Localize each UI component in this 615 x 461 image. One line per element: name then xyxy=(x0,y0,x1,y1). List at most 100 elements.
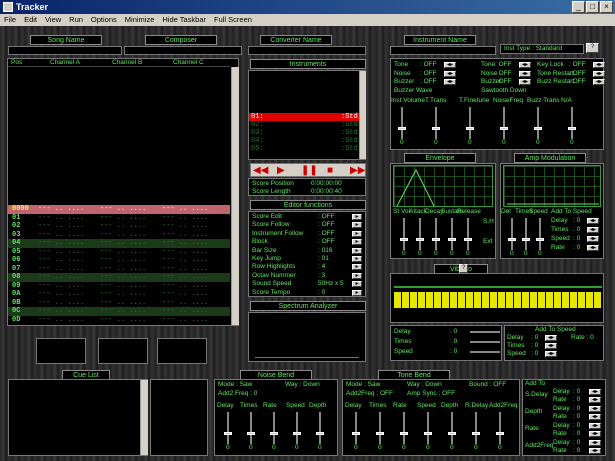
add-to-button[interactable]: ◂▸ xyxy=(589,440,601,446)
amp-modulation-graph[interactable] xyxy=(503,165,601,207)
inst-setting-button[interactable]: ◂▸ xyxy=(444,79,456,85)
slider-track[interactable] xyxy=(469,107,471,139)
slider-track[interactable] xyxy=(227,412,229,444)
slider-track[interactable] xyxy=(319,412,321,444)
slider-track[interactable] xyxy=(250,412,252,444)
add-to-button[interactable]: ◂▸ xyxy=(589,406,601,412)
envelope-graph[interactable] xyxy=(393,165,493,207)
rewind-button[interactable]: ◀◀ xyxy=(253,165,268,176)
editor-setting-button[interactable]: ▸ xyxy=(352,289,362,296)
pattern-cell[interactable]: --- .. .... xyxy=(100,316,146,325)
slider-knob[interactable] xyxy=(316,432,324,435)
slider-track[interactable] xyxy=(571,107,573,139)
pattern-row[interactable]: 03 --- .. .... --- .. .... --- .. .... xyxy=(8,231,230,240)
slider-track[interactable] xyxy=(296,412,298,444)
pattern-editor[interactable]: Pos Channel A Channel B Channel C 0000 --… xyxy=(7,58,239,326)
editor-setting-button[interactable]: ▸ xyxy=(352,239,362,246)
pattern-cell[interactable]: --- .. .... xyxy=(162,273,208,282)
pattern-cell[interactable]: --- .. .... xyxy=(162,239,208,248)
vibrato-add-button[interactable]: ◂▸ xyxy=(545,335,557,341)
pattern-cell[interactable]: --- .. .... xyxy=(38,248,84,257)
pattern-scrollbar[interactable] xyxy=(231,67,239,325)
pattern-cell[interactable]: --- .. .... xyxy=(38,299,84,308)
pattern-cell[interactable]: --- .. .... xyxy=(162,290,208,299)
maximize-button[interactable]: □ xyxy=(586,1,599,13)
slider-track[interactable] xyxy=(475,412,477,444)
tone-amp-sync[interactable]: Amp Sync : OFF xyxy=(407,390,455,398)
pattern-cell[interactable]: --- .. .... xyxy=(162,282,208,291)
slider-knob[interactable] xyxy=(448,432,456,435)
slider-track[interactable] xyxy=(451,412,453,444)
vibrato-setting-slider[interactable] xyxy=(470,341,500,343)
pattern-row[interactable]: 05 --- .. .... --- .. .... --- .. .... xyxy=(8,248,230,257)
pattern-cell[interactable]: --- .. .... xyxy=(162,222,208,231)
slider-knob[interactable] xyxy=(500,127,508,130)
pattern-cell[interactable]: --- .. .... xyxy=(162,316,208,325)
vibrato-button[interactable]: ? xyxy=(459,264,468,273)
instrument-item[interactable]: 05::Std xyxy=(249,145,359,153)
pattern-row[interactable]: 06 --- .. .... --- .. .... --- .. .... xyxy=(8,256,230,265)
pattern-cell[interactable]: --- .. .... xyxy=(38,265,84,274)
pattern-cell[interactable]: --- .. .... xyxy=(162,205,208,214)
add-to-button[interactable]: ◂▸ xyxy=(589,423,601,429)
slider-track[interactable] xyxy=(503,107,505,139)
pattern-row[interactable]: 0D --- .. .... --- .. .... --- .. .... xyxy=(8,316,230,325)
slider-knob[interactable] xyxy=(293,432,301,435)
slider-track[interactable] xyxy=(435,107,437,139)
menu-file[interactable]: File xyxy=(0,15,20,24)
slider-knob[interactable] xyxy=(536,238,544,241)
pattern-cell[interactable]: --- .. .... xyxy=(38,316,84,325)
inst-setting-button[interactable]: ◂▸ xyxy=(519,62,531,68)
forward-button[interactable]: ▶▶ xyxy=(350,165,365,176)
menu-minimize[interactable]: Minimize xyxy=(121,15,159,24)
slider-knob[interactable] xyxy=(352,432,360,435)
inst-setting-button[interactable]: ◂▸ xyxy=(444,62,456,68)
inst-setting-button[interactable]: ◂▸ xyxy=(593,79,605,85)
pattern-cell[interactable]: --- .. .... xyxy=(38,214,84,223)
pattern-cell[interactable]: --- .. .... xyxy=(100,256,146,265)
slider-knob[interactable] xyxy=(448,238,456,241)
amp-setting-button[interactable]: ◂▸ xyxy=(587,218,599,224)
amp-setting-button[interactable]: ◂▸ xyxy=(587,236,599,242)
slider-track[interactable] xyxy=(379,412,381,444)
inst-type-button[interactable]: ? xyxy=(586,43,599,53)
editor-setting-button[interactable]: ▸ xyxy=(352,247,362,254)
editor-setting-button[interactable]: ▸ xyxy=(352,222,362,229)
slider-track[interactable] xyxy=(403,412,405,444)
vibrato-graph[interactable] xyxy=(390,273,604,323)
slider-knob[interactable] xyxy=(568,127,576,130)
pattern-cell[interactable]: --- .. .... xyxy=(38,282,84,291)
pattern-cell[interactable]: --- .. .... xyxy=(162,214,208,223)
add-to-button[interactable]: ◂▸ xyxy=(589,414,601,420)
instrument-scrollbar[interactable] xyxy=(359,71,366,159)
pattern-row[interactable]: 02 --- .. .... --- .. .... --- .. .... xyxy=(8,222,230,231)
instrument-list[interactable]: 01::Std 02::Std 03::Std 04::Std 05::Std xyxy=(248,70,366,160)
slider-knob[interactable] xyxy=(270,432,278,435)
pattern-cell[interactable]: --- .. .... xyxy=(38,256,84,265)
instrument-item[interactable]: 03::Std xyxy=(249,129,359,137)
pattern-cell[interactable]: --- .. .... xyxy=(100,273,146,282)
pattern-cell[interactable]: --- .. .... xyxy=(100,307,146,316)
slider-track[interactable] xyxy=(537,107,539,139)
slider-knob[interactable] xyxy=(508,238,516,241)
slider-knob[interactable] xyxy=(224,432,232,435)
editor-setting-button[interactable]: ▸ xyxy=(352,272,362,279)
slider-knob[interactable] xyxy=(466,127,474,130)
slider-track[interactable] xyxy=(273,412,275,444)
slider-knob[interactable] xyxy=(376,432,384,435)
vibrato-add-button[interactable]: ◂▸ xyxy=(545,351,557,357)
play-button[interactable]: ▶ xyxy=(277,165,285,176)
slider-track[interactable] xyxy=(467,218,469,250)
slider-knob[interactable] xyxy=(432,238,440,241)
song-name-input[interactable] xyxy=(8,46,122,55)
pattern-cell[interactable]: --- .. .... xyxy=(100,282,146,291)
tone-bound[interactable]: Bound : OFF xyxy=(469,381,506,389)
pattern-row[interactable]: 04 --- .. .... --- .. .... --- .. .... xyxy=(8,239,230,248)
pattern-cell[interactable]: --- .. .... xyxy=(38,239,84,248)
editor-setting-button[interactable]: ▸ xyxy=(352,281,362,288)
pattern-cell[interactable]: --- .. .... xyxy=(38,273,84,282)
pattern-cell[interactable]: --- .. .... xyxy=(100,290,146,299)
menu-run[interactable]: Run xyxy=(65,15,87,24)
pattern-row[interactable]: 01 --- .. .... --- .. .... --- .. .... xyxy=(8,214,230,223)
pattern-cell[interactable]: --- .. .... xyxy=(100,214,146,223)
